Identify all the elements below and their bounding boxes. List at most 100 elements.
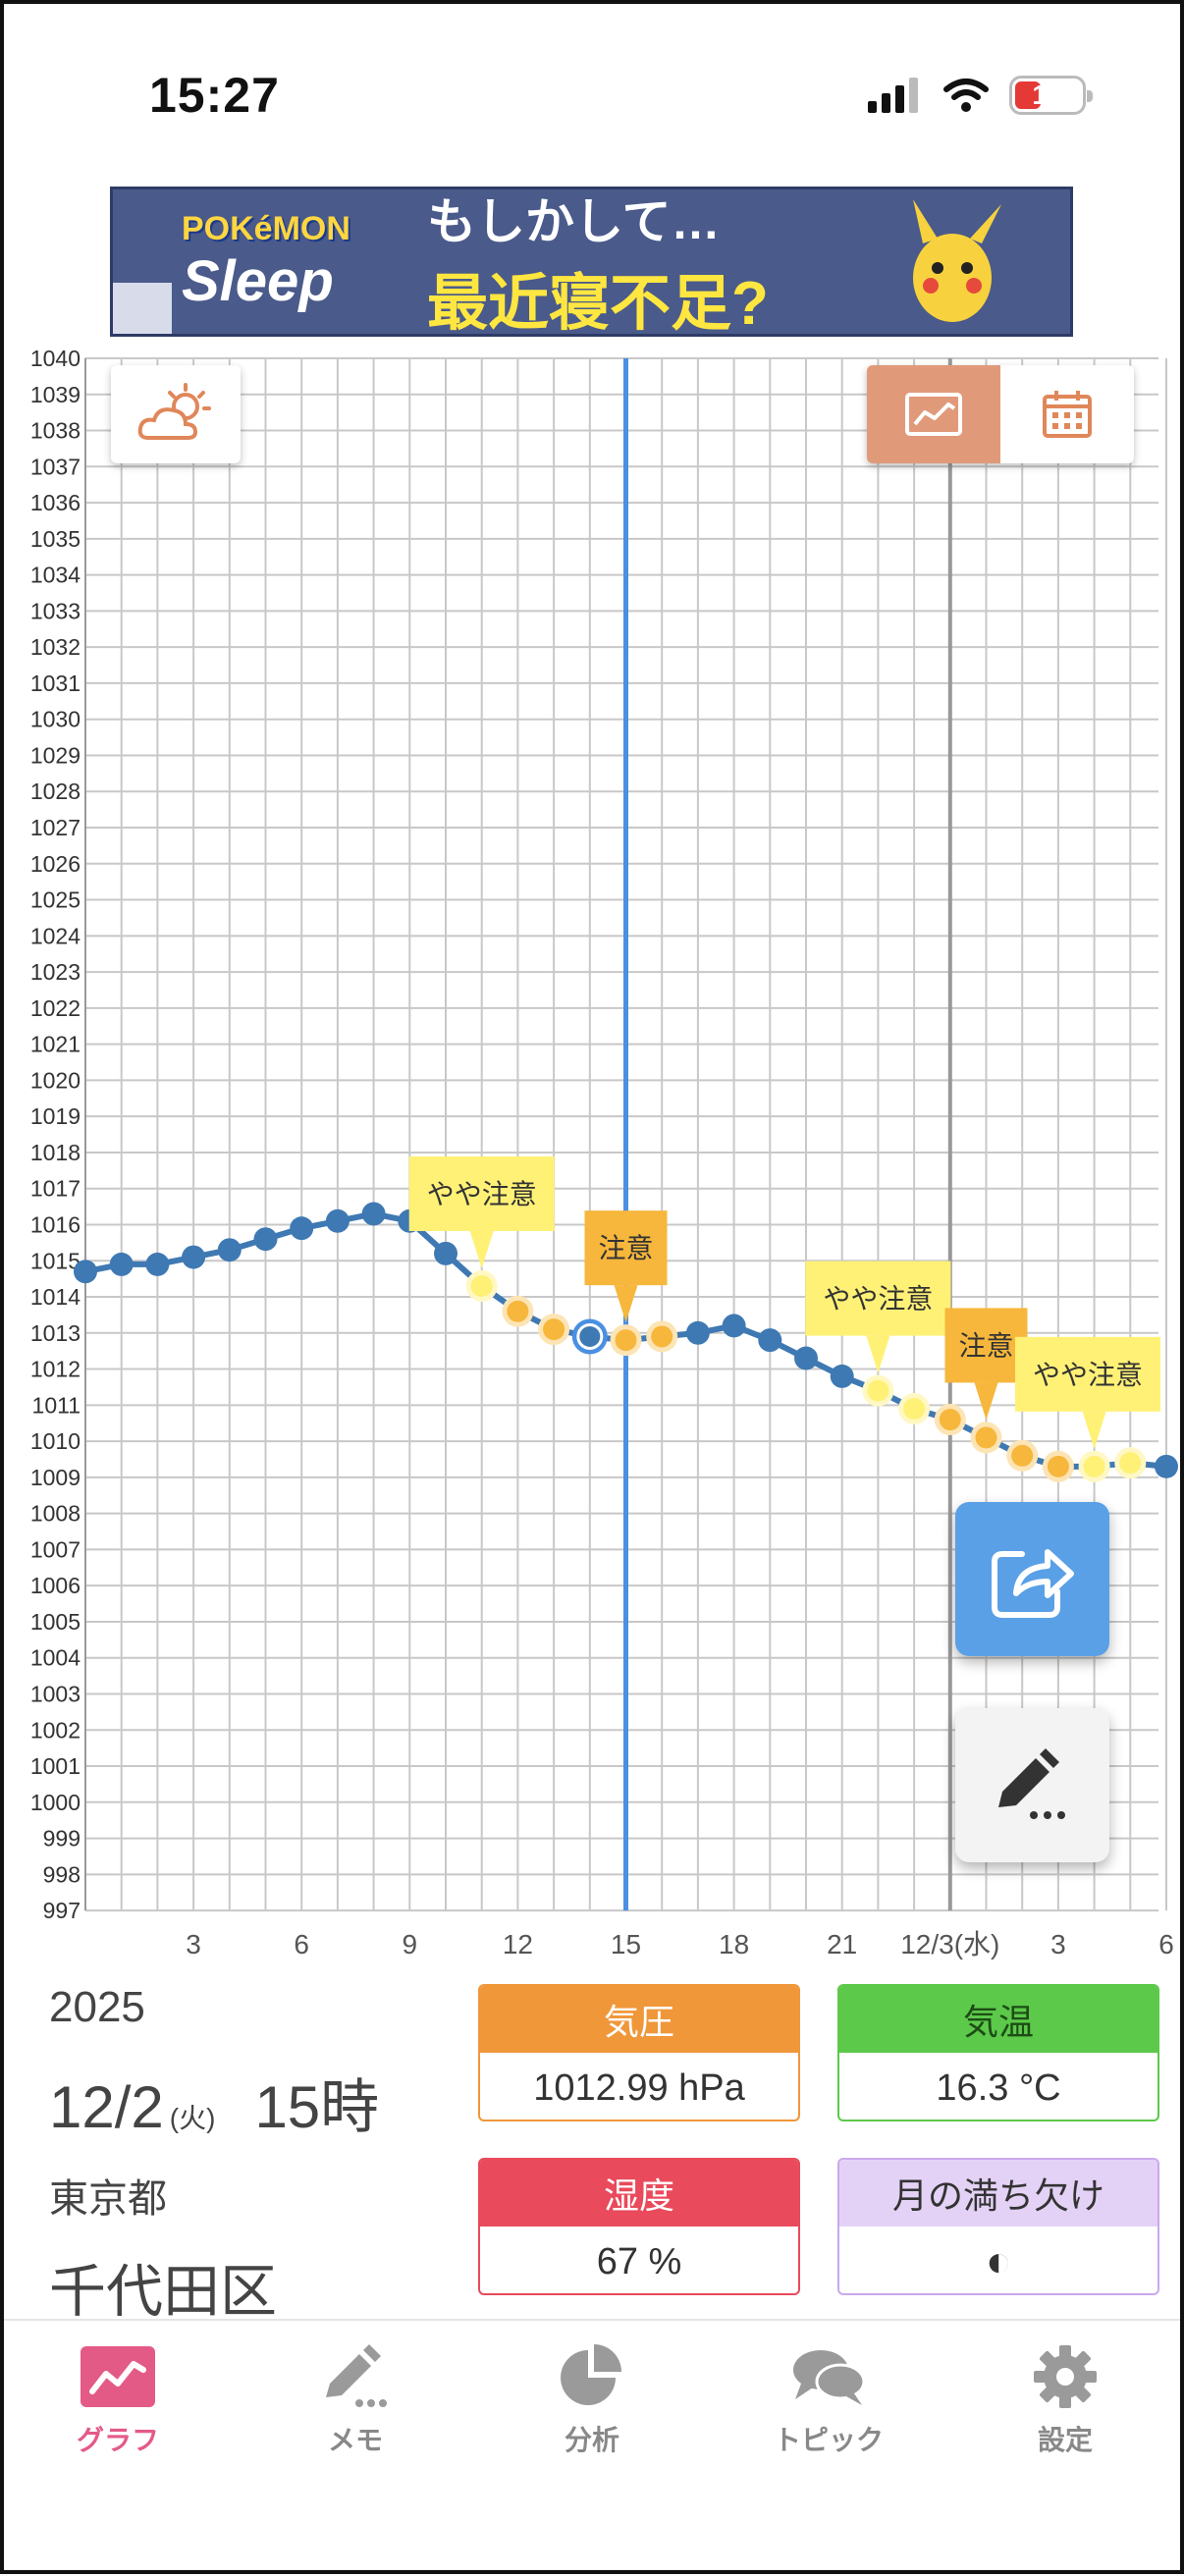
data-point-warning (543, 1318, 565, 1341)
tab-analysis-label: 分析 (564, 2425, 619, 2455)
data-point-caution (867, 1379, 889, 1402)
prefecture-label: 東京都 (49, 2177, 167, 2221)
bottom-tab-bar: グラフ メモ 分析 トピック 設定 (0, 2319, 1184, 2576)
temperature-card-value: 16.3 °C (936, 2066, 1061, 2109)
view-toggle[interactable] (867, 365, 1134, 463)
pencil-icon (326, 2344, 387, 2407)
moon-phase-card: 月の満ち欠け ◐ (837, 2158, 1159, 2295)
day-of-week-label: (火) (169, 2103, 216, 2133)
y-tick-label: 1027 (30, 815, 81, 840)
annotation-pointer (1082, 1411, 1106, 1449)
data-point (1155, 1454, 1178, 1478)
y-tick-label: 1019 (30, 1103, 81, 1129)
tab-topic-label: トピック (773, 2425, 884, 2455)
y-tick-label: 1037 (30, 454, 81, 479)
annotation-label: やや注意 (1033, 1359, 1143, 1391)
y-tick-label: 1006 (30, 1573, 81, 1598)
y-tick-label: 1013 (30, 1320, 81, 1346)
x-tick-label: 3 (186, 1929, 201, 1959)
tab-settings-label: 設定 (1037, 2425, 1093, 2455)
data-point-warning (939, 1409, 961, 1431)
y-tick-label: 1018 (30, 1140, 81, 1165)
y-tick-label: 1012 (30, 1357, 81, 1382)
y-tick-label: 1034 (30, 563, 81, 588)
calendar-icon (1043, 391, 1092, 438)
selected-data-point-inner (576, 1322, 604, 1350)
year-label: 2025 (49, 1983, 145, 2031)
y-tick-label: 1036 (30, 490, 81, 515)
annotation-pointer (866, 1335, 890, 1373)
y-tick-label: 1023 (30, 959, 81, 985)
y-tick-label: 1004 (30, 1645, 81, 1671)
temperature-card-label: 気温 (839, 1986, 1157, 2053)
share-button[interactable] (955, 1502, 1109, 1656)
y-tick-label: 1017 (30, 1176, 81, 1202)
y-tick-label: 1011 (32, 1392, 81, 1418)
y-tick-label: 1020 (30, 1067, 81, 1093)
data-point-caution (1083, 1455, 1105, 1477)
hour-label: 15時 (254, 2074, 380, 2140)
data-point (145, 1252, 170, 1276)
data-point-warning (507, 1300, 529, 1322)
data-point (253, 1227, 278, 1252)
line-graph-icon (905, 393, 962, 436)
data-point-warning (1011, 1444, 1034, 1467)
data-point-caution (903, 1398, 926, 1421)
memo-edit-button[interactable] (955, 1708, 1109, 1862)
x-tick-label: 18 (719, 1929, 749, 1959)
y-tick-label: 1028 (30, 778, 81, 804)
annotation-pointer (614, 1285, 638, 1323)
pressure-card: 気圧 1012.99 hPa (478, 1984, 800, 2121)
weather-button[interactable] (111, 365, 241, 463)
graph-icon (81, 2346, 155, 2407)
pie-chart-icon (561, 2344, 621, 2405)
x-tick-label: 6 (1158, 1929, 1174, 1959)
gear-icon (1034, 2345, 1097, 2408)
date-row: 12/2 (火) 15時 (49, 2060, 379, 2145)
y-tick-label: 1001 (30, 1753, 81, 1779)
data-point (434, 1241, 457, 1265)
pressure-chart[interactable]: 1040 1039 1038 1037 1036 1035 1034 1033 1032 1031… (0, 0, 1184, 1963)
data-point (685, 1320, 710, 1345)
data-point-warning (615, 1329, 637, 1352)
y-tick-label: 1031 (30, 671, 81, 696)
data-point-warning (651, 1325, 673, 1348)
y-tick-label: 1009 (30, 1465, 81, 1490)
pencil-icon (997, 1747, 1065, 1819)
annotation-label: 注意 (958, 1329, 1013, 1362)
x-tick-label: 15 (611, 1929, 641, 1959)
data-point (361, 1202, 386, 1226)
tab-analysis[interactable]: 分析 (523, 2344, 661, 2458)
tab-memo[interactable]: メモ (287, 2344, 424, 2458)
tab-graph-label: グラフ (76, 2425, 159, 2455)
y-tick-label: 1021 (30, 1032, 81, 1057)
cloud-sun-icon (137, 383, 211, 440)
data-point (217, 1238, 242, 1262)
tab-topic[interactable]: トピック (760, 2344, 897, 2458)
data-point-caution (1119, 1452, 1142, 1475)
data-point-warning (975, 1426, 997, 1449)
x-tick-label: 12 (503, 1929, 533, 1959)
graph-view-button[interactable] (867, 365, 1000, 463)
y-tick-label: 1002 (30, 1717, 81, 1743)
humidity-card-value: 67 % (596, 2240, 682, 2282)
y-tick-label: 1026 (30, 851, 81, 877)
data-point (830, 1364, 854, 1388)
tab-graph[interactable]: グラフ (49, 2344, 187, 2458)
calendar-view-button[interactable] (1000, 365, 1134, 463)
y-tick-label: 1014 (30, 1284, 81, 1310)
data-point (182, 1245, 206, 1269)
annotation-label: 注意 (598, 1232, 653, 1264)
y-tick-label: 1025 (30, 887, 81, 913)
humidity-card: 湿度 67 % (478, 2158, 800, 2295)
y-tick-label: 1035 (30, 526, 81, 552)
y-tick-label: 1010 (30, 1428, 81, 1454)
y-tick-label: 1024 (30, 923, 81, 948)
y-tick-label: 1040 (30, 346, 81, 371)
y-tick-label: 1015 (30, 1248, 81, 1273)
data-point (794, 1346, 818, 1370)
y-tick-label: 1016 (30, 1211, 81, 1237)
y-tick-label: 1022 (30, 995, 81, 1021)
y-tick-label: 1032 (30, 634, 81, 660)
tab-settings[interactable]: 設定 (996, 2344, 1134, 2458)
